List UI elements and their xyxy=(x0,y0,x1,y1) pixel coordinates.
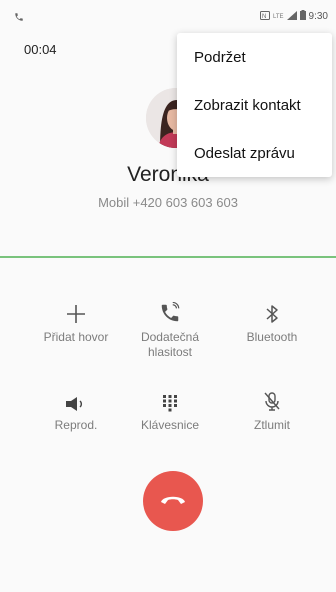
bluetooth-icon xyxy=(222,296,322,324)
speaker-button[interactable]: Reprod. xyxy=(26,384,126,433)
keypad-button[interactable]: Klávesnice xyxy=(120,384,220,433)
keypad-icon xyxy=(120,384,220,412)
nfc-icon: N xyxy=(259,10,270,23)
battery-icon xyxy=(299,10,306,23)
extra-volume-button[interactable]: Dodatečná hlasitost xyxy=(120,296,220,360)
mute-button[interactable]: Ztlumit xyxy=(222,384,322,433)
status-time: 9:30 xyxy=(308,11,328,22)
extra-volume-label: Dodatečná hlasitost xyxy=(140,330,200,359)
svg-text:N: N xyxy=(262,14,266,20)
overflow-menu: Podržet Zobrazit kontakt Odeslat zprávu xyxy=(177,33,332,177)
end-call-button[interactable] xyxy=(143,471,203,531)
menu-item-hold[interactable]: Podržet xyxy=(177,33,332,81)
call-phone-icon xyxy=(14,9,24,27)
status-bar: N LTE 9:30 xyxy=(0,0,336,30)
hang-up-icon xyxy=(159,492,187,511)
bluetooth-label: Bluetooth xyxy=(246,330,298,344)
speaker-icon xyxy=(26,384,126,412)
status-icons: N LTE 9:30 xyxy=(259,10,328,23)
keypad-label: Klávesnice xyxy=(140,418,200,432)
call-status-divider xyxy=(0,256,336,258)
bluetooth-button[interactable]: Bluetooth xyxy=(222,296,322,345)
menu-item-view-contact[interactable]: Zobrazit kontakt xyxy=(177,81,332,129)
speaker-label: Reprod. xyxy=(54,418,98,432)
call-timer: 00:04 xyxy=(24,42,57,57)
extra-volume-icon xyxy=(120,296,220,324)
mute-label: Ztlumit xyxy=(254,418,290,432)
menu-item-send-message[interactable]: Odeslat zprávu xyxy=(177,129,332,177)
add-call-label: Přidat hovor xyxy=(43,330,109,344)
caller-number: Mobil +420 603 603 603 xyxy=(98,195,238,210)
mute-icon xyxy=(222,384,322,412)
signal-icon xyxy=(286,10,297,23)
plus-icon xyxy=(26,296,126,324)
add-call-button[interactable]: Přidat hovor xyxy=(26,296,126,345)
network-type-label: LTE xyxy=(272,13,284,20)
